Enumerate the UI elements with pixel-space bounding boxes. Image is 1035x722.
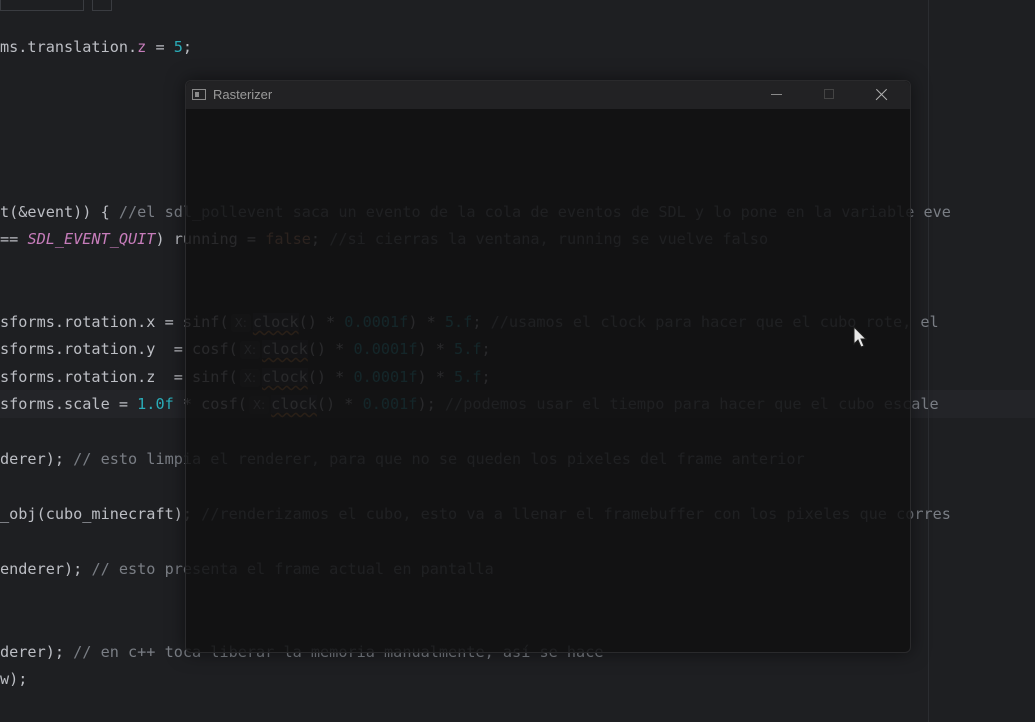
code-token: enderer);: [0, 560, 92, 578]
code-token: ==: [0, 230, 28, 248]
code-token: t(&event)) {: [0, 203, 119, 221]
minimize-button[interactable]: [752, 81, 802, 109]
code-token: w);: [0, 670, 28, 688]
close-button[interactable]: [856, 81, 906, 109]
code-token: =: [146, 38, 174, 56]
code-token: ;: [182, 38, 193, 56]
mouse-pointer-icon: [853, 326, 868, 348]
window-titlebar[interactable]: Rasterizer: [186, 81, 910, 109]
code-line[interactable]: w);: [0, 666, 27, 693]
code-token: derer);: [0, 450, 74, 468]
code-token: derer);: [0, 643, 74, 661]
tab-stub: [92, 0, 112, 11]
number-literal: 5: [173, 38, 183, 56]
app-window-icon: [192, 89, 206, 100]
rasterizer-window[interactable]: Rasterizer: [185, 80, 911, 653]
code-token: _obj(cubo_minecraft);: [0, 505, 202, 523]
constant-token: SDL_EVENT_QUIT: [27, 230, 156, 248]
code-token: sforms.scale =: [0, 395, 138, 413]
right-margin-guide: [928, 0, 929, 722]
window-title: Rasterizer: [213, 87, 273, 102]
tab-stub: [0, 0, 84, 11]
code-token: ms.translation.: [0, 38, 138, 56]
code-line[interactable]: ms.translation.z = 5;: [0, 34, 192, 61]
field-token: z: [137, 38, 147, 56]
editor-top-strip: [0, 0, 1035, 14]
number-literal: 1.0f: [137, 395, 174, 413]
maximize-button[interactable]: [804, 81, 854, 109]
